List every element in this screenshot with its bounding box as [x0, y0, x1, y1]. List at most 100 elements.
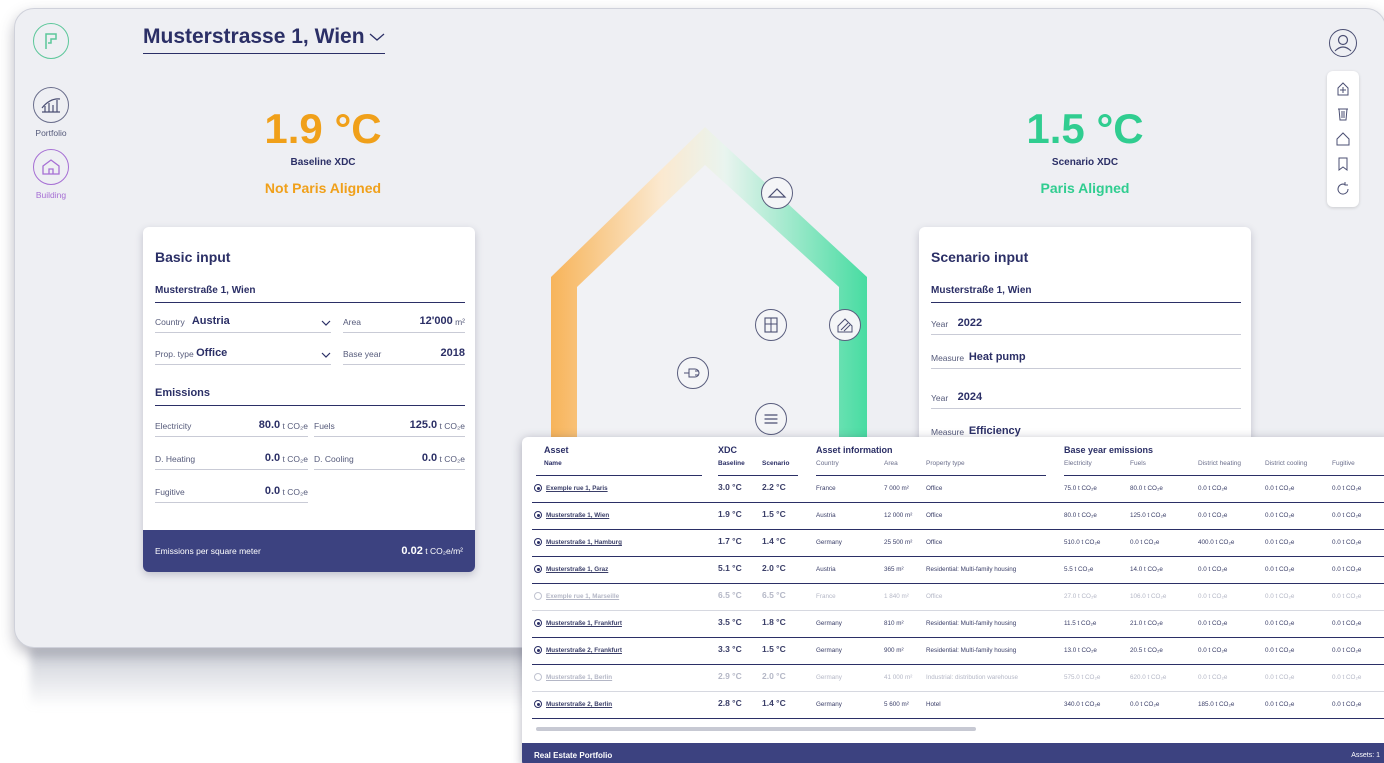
- basic-input-card: Basic input Musterstraße 1, Wien Country…: [143, 227, 475, 572]
- row-country: Germany: [816, 701, 842, 708]
- user-avatar-icon[interactable]: [1329, 29, 1357, 57]
- row-baseline: 3.0 °C: [718, 482, 742, 492]
- th-base-year-emissions: Base year emissions: [1064, 445, 1154, 455]
- scenario-value: 1.5 °C: [1026, 105, 1144, 152]
- footer-value-group: 0.02 t CO₂e/m²: [401, 545, 463, 557]
- row-electricity: 340.0 t CO₂e: [1064, 701, 1101, 708]
- add-icon[interactable]: [1334, 80, 1352, 98]
- address-dropdown[interactable]: Musterstrasse 1, Wien: [143, 25, 385, 54]
- year-field-1[interactable]: Year 2022: [931, 317, 1241, 335]
- row-baseline: 3.5 °C: [718, 617, 742, 627]
- row-scenario: 1.4 °C: [762, 536, 786, 546]
- country-select[interactable]: Country Austria: [155, 315, 331, 333]
- baseline-status: Not Paris Aligned: [264, 180, 382, 196]
- row-name[interactable]: Exemple rue 1, Marseille: [546, 593, 619, 600]
- base-year-label: Base year: [343, 349, 382, 359]
- dcooling-field[interactable]: D. Cooling 0.0 t CO₂e: [314, 452, 465, 470]
- row-name[interactable]: Musterstraße 1, Wien: [546, 512, 609, 519]
- scenario-xdc: 1.5 °C Scenario XDC Paris Aligned: [955, 105, 1215, 196]
- row-area: 7 000 m²: [884, 485, 909, 492]
- table-row[interactable]: Musterstraße 1, Wien 1.9 °C 1.5 °C Austria 1…: [532, 504, 1384, 530]
- electricity-field[interactable]: Electricity 80.0 t CO₂e: [155, 419, 308, 437]
- area-unit: m²: [455, 317, 465, 327]
- row-area: 5 600 m²: [884, 701, 909, 708]
- row-scenario: 6.5 °C: [762, 590, 786, 600]
- refresh-icon[interactable]: [1334, 180, 1352, 198]
- prop-type-select[interactable]: Prop. type Office: [155, 347, 331, 365]
- bookmark-icon[interactable]: [1334, 155, 1352, 173]
- area-field[interactable]: Area 12'000 m²: [343, 315, 465, 333]
- dcooling-value: 0.0: [421, 452, 438, 464]
- row-radio[interactable]: [534, 538, 542, 546]
- row-radio[interactable]: [534, 646, 542, 654]
- fuels-field[interactable]: Fuels 125.0 t CO₂e: [314, 419, 465, 437]
- horizontal-scrollbar[interactable]: [536, 727, 976, 731]
- logo-icon[interactable]: [33, 23, 69, 59]
- row-district-heating: 0.0 t CO₂e: [1198, 512, 1228, 519]
- row-area: 25 500 m²: [884, 539, 913, 546]
- th-divider: [718, 475, 798, 476]
- prop-type-label: Prop. type: [155, 349, 194, 359]
- row-scenario: 1.5 °C: [762, 509, 786, 519]
- measure-label: Measure: [931, 353, 965, 363]
- table-row[interactable]: Exemple rue 1, Paris 3.0 °C 2.2 °C France 7 …: [532, 477, 1384, 503]
- year-value-1: 2022: [957, 317, 983, 329]
- row-name[interactable]: Musterstraße 1, Hamburg: [546, 539, 622, 546]
- row-radio[interactable]: [534, 619, 542, 627]
- emissions-per-sqm-bar: Emissions per square meter 0.02 t CO₂e/m…: [143, 530, 475, 572]
- row-name[interactable]: Musterstraße 2, Berlin: [546, 701, 612, 708]
- roof-icon[interactable]: [761, 177, 793, 209]
- row-property-type: Residential: Multi-family housing: [926, 620, 1017, 627]
- row-fuels: 125.0 t CO₂e: [1130, 512, 1167, 519]
- electricity-value: 80.0: [258, 419, 281, 431]
- measure-field-1[interactable]: Measure Heat pump: [931, 351, 1241, 369]
- heating-radiator-icon[interactable]: [755, 403, 787, 435]
- portfolio-footer: Real Estate Portfolio Assets: 1: [522, 743, 1384, 763]
- row-name[interactable]: Exemple rue 1, Paris: [546, 485, 608, 492]
- row-property-type: Residential: Multi-family housing: [926, 566, 1017, 573]
- base-year-field[interactable]: Base year 2018: [343, 347, 465, 365]
- row-district-heating: 0.0 t CO₂e: [1198, 485, 1228, 492]
- th-divider: [1064, 475, 1384, 476]
- row-district-heating: 0.0 t CO₂e: [1198, 620, 1228, 627]
- row-name[interactable]: Musterstraße 2, Frankfurt: [546, 647, 622, 654]
- table-row[interactable]: Musterstraße 1, Graz 5.1 °C 2.0 °C Austria 3…: [532, 558, 1384, 584]
- row-radio[interactable]: [534, 592, 542, 600]
- row-radio[interactable]: [534, 565, 542, 573]
- table-row[interactable]: Exemple rue 1, Marseille 6.5 °C 6.5 °C Fran…: [532, 585, 1384, 611]
- table-row[interactable]: Musterstraße 2, Berlin 2.8 °C 1.4 °C German…: [532, 693, 1384, 719]
- row-country: Germany: [816, 674, 842, 681]
- row-name[interactable]: Musterstraße 1, Frankfurt: [546, 620, 622, 627]
- row-fugitive: 0.0 t CO₂e: [1332, 701, 1362, 708]
- table-row[interactable]: Musterstraße 1, Hamburg 1.7 °C 1.4 °C Germa…: [532, 531, 1384, 557]
- row-radio[interactable]: [534, 484, 542, 492]
- dheating-field[interactable]: D. Heating 0.0 t CO₂e: [155, 452, 308, 470]
- row-district-cooling: 0.0 t CO₂e: [1265, 566, 1295, 573]
- th-district-heating: District heating: [1198, 460, 1241, 467]
- row-name[interactable]: Musterstraße 1, Graz: [546, 566, 608, 573]
- nav-portfolio[interactable]: Portfolio: [29, 87, 73, 138]
- row-radio[interactable]: [534, 511, 542, 519]
- row-scenario: 1.8 °C: [762, 617, 786, 627]
- table-row[interactable]: Musterstraße 2, Frankfurt 3.3 °C 1.5 °C Ger…: [532, 639, 1384, 665]
- year-field-2[interactable]: Year 2024: [931, 391, 1241, 409]
- window-icon[interactable]: [755, 309, 787, 341]
- row-district-cooling: 0.0 t CO₂e: [1265, 620, 1295, 627]
- footer-value: 0.02: [401, 545, 423, 557]
- row-radio[interactable]: [534, 673, 542, 681]
- fugitive-field[interactable]: Fugitive 0.0 t CO₂e: [155, 485, 308, 503]
- row-baseline: 1.9 °C: [718, 509, 742, 519]
- row-radio[interactable]: [534, 700, 542, 708]
- row-name[interactable]: Musterstraße 1, Berlin: [546, 674, 612, 681]
- table-row[interactable]: Musterstraße 1, Frankfurt 3.5 °C 1.8 °C Ger…: [532, 612, 1384, 638]
- nav-building[interactable]: Building: [29, 149, 73, 200]
- fuels-label: Fuels: [314, 421, 335, 431]
- row-electricity: 75.0 t CO₂e: [1064, 485, 1097, 492]
- table-row[interactable]: Musterstraße 1, Berlin 2.9 °C 2.0 °C German…: [532, 666, 1384, 692]
- plug-icon[interactable]: [677, 357, 709, 389]
- trash-icon[interactable]: [1334, 105, 1352, 123]
- house-outline-icon[interactable]: [1334, 130, 1352, 148]
- country-label: Country: [155, 317, 185, 327]
- wall-insulation-icon[interactable]: [829, 309, 861, 341]
- measure-label: Measure: [931, 427, 965, 437]
